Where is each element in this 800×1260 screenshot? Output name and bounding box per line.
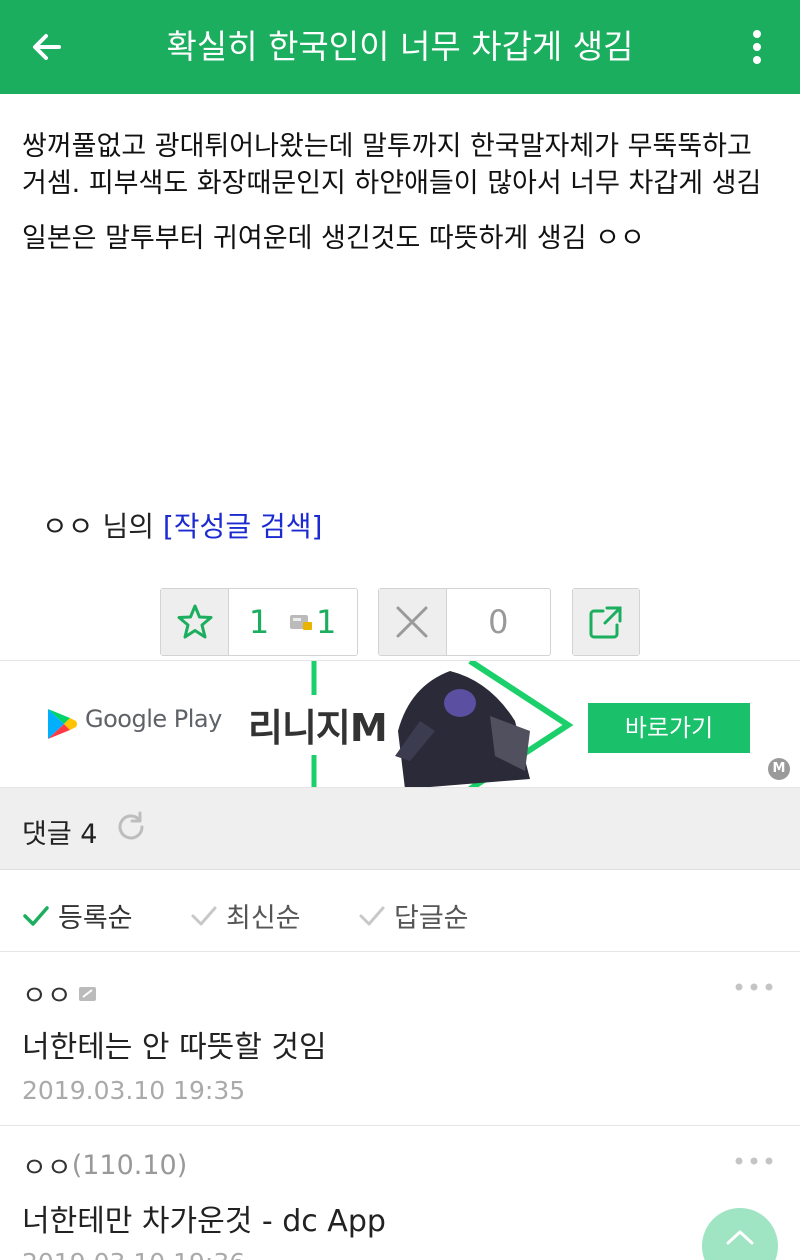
comment-more-button[interactable] [734, 972, 774, 1002]
close-icon [396, 606, 428, 638]
post-paragraph: 쌍꺼풀없고 광대튀어나왔는데 말투까지 한국말자체가 무뚝뚝하고 거셈. 피부색… [22, 131, 762, 199]
comment-text: 너한테는 안 따뜻할 것임 [22, 1030, 327, 1065]
author-suffix: 님의 [102, 510, 154, 543]
more-menu-button[interactable] [732, 22, 782, 72]
back-button[interactable] [24, 24, 70, 70]
star-icon [177, 604, 212, 639]
downvote-count: 0 [488, 603, 509, 641]
comment-item: ㅇㅇ (110.10) 너한테만 차가운것 - dc App 2019.03.1… [0, 1126, 800, 1260]
comment-sort-tabs: 등록순 최신순 답글순 [0, 870, 800, 952]
arrow-left-icon [33, 34, 61, 60]
comment-author-name: ㅇㅇ [22, 1153, 72, 1184]
comment-author: ㅇㅇ [22, 974, 98, 1013]
author-posts-search-link[interactable]: [작성글 검색] [163, 510, 323, 543]
fixed-upvote-group: 1 [289, 589, 357, 655]
post-paragraph: 일본은 말투부터 귀여운데 생긴것도 따뜻하게 생김 ㅇㅇ [22, 223, 645, 254]
share-button[interactable] [573, 589, 639, 655]
sort-tab-label: 등록순 [58, 903, 133, 934]
fixed-upvote-count: 1 [316, 603, 337, 641]
upvote-count: 1 [248, 603, 270, 641]
comment-author-ip: (110.10) [71, 1150, 188, 1181]
more-vertical-icon [753, 30, 761, 64]
ad-banner[interactable]: Google Play 리니지M 바로가기 [0, 660, 800, 788]
comment-more-button[interactable] [734, 1146, 774, 1176]
check-icon [191, 906, 217, 925]
sort-tab-label: 최신순 [226, 903, 301, 934]
share-box [572, 588, 640, 656]
sort-tab-registered[interactable]: 등록순 [22, 896, 133, 935]
comment-author: ㅇㅇ (110.10) [22, 1146, 187, 1185]
upvote-box: 1 1 [160, 588, 358, 656]
comment-count: 댓글 4 [22, 819, 98, 850]
upvote-button[interactable] [161, 589, 229, 655]
comment-author-name: ㅇㅇ [22, 981, 72, 1012]
ad-store-name: Google Play [85, 705, 222, 733]
fixed-user-icon [290, 615, 312, 630]
author-name: ㅇㅇ [42, 510, 94, 543]
sort-tab-label: 답글순 [394, 903, 469, 934]
sort-tab-replies[interactable]: 답글순 [358, 896, 469, 935]
ad-go-button[interactable]: 바로가기 [588, 703, 750, 753]
downvote-button[interactable] [379, 589, 447, 655]
ad-badge-icon: M [768, 758, 790, 780]
comment-item: ㅇㅇ 너한테는 안 따뜻할 것임 2019.03.10 19:35 [0, 952, 800, 1126]
top-app-bar: 확실히 한국인이 너무 차갑게 생김 [0, 0, 800, 94]
fixed-user-icon [78, 986, 96, 1001]
google-play-icon [48, 709, 77, 739]
comments-header: 댓글 4 [0, 788, 800, 870]
chevron-up-icon [726, 1230, 754, 1245]
sort-tab-latest[interactable]: 최신순 [190, 896, 301, 935]
downvote-box: 0 [378, 588, 551, 656]
comment-text: 너한테만 차가운것 - dc App [22, 1204, 386, 1239]
comment-date: 2019.03.10 19:35 [22, 1076, 246, 1105]
check-icon [359, 906, 385, 925]
refresh-icon[interactable] [114, 810, 148, 844]
ad-game-title: 리니지M [248, 706, 388, 750]
vote-row: 1 1 0 [0, 588, 800, 656]
post-content: 쌍꺼풀없고 광대튀어나왔는데 말투까지 한국말자체가 무뚝뚝하고 거셈. 피부색… [22, 128, 782, 275]
comment-date: 2019.03.10 19:36 [22, 1248, 245, 1260]
author-search-line: ㅇㅇ 님의 [작성글 검색] [42, 505, 322, 545]
share-icon [589, 606, 622, 639]
more-horizontal-icon [735, 1157, 773, 1165]
more-horizontal-icon [735, 983, 773, 991]
check-icon [23, 905, 49, 926]
page-title: 확실히 한국인이 너무 차갑게 생김 [166, 27, 634, 66]
